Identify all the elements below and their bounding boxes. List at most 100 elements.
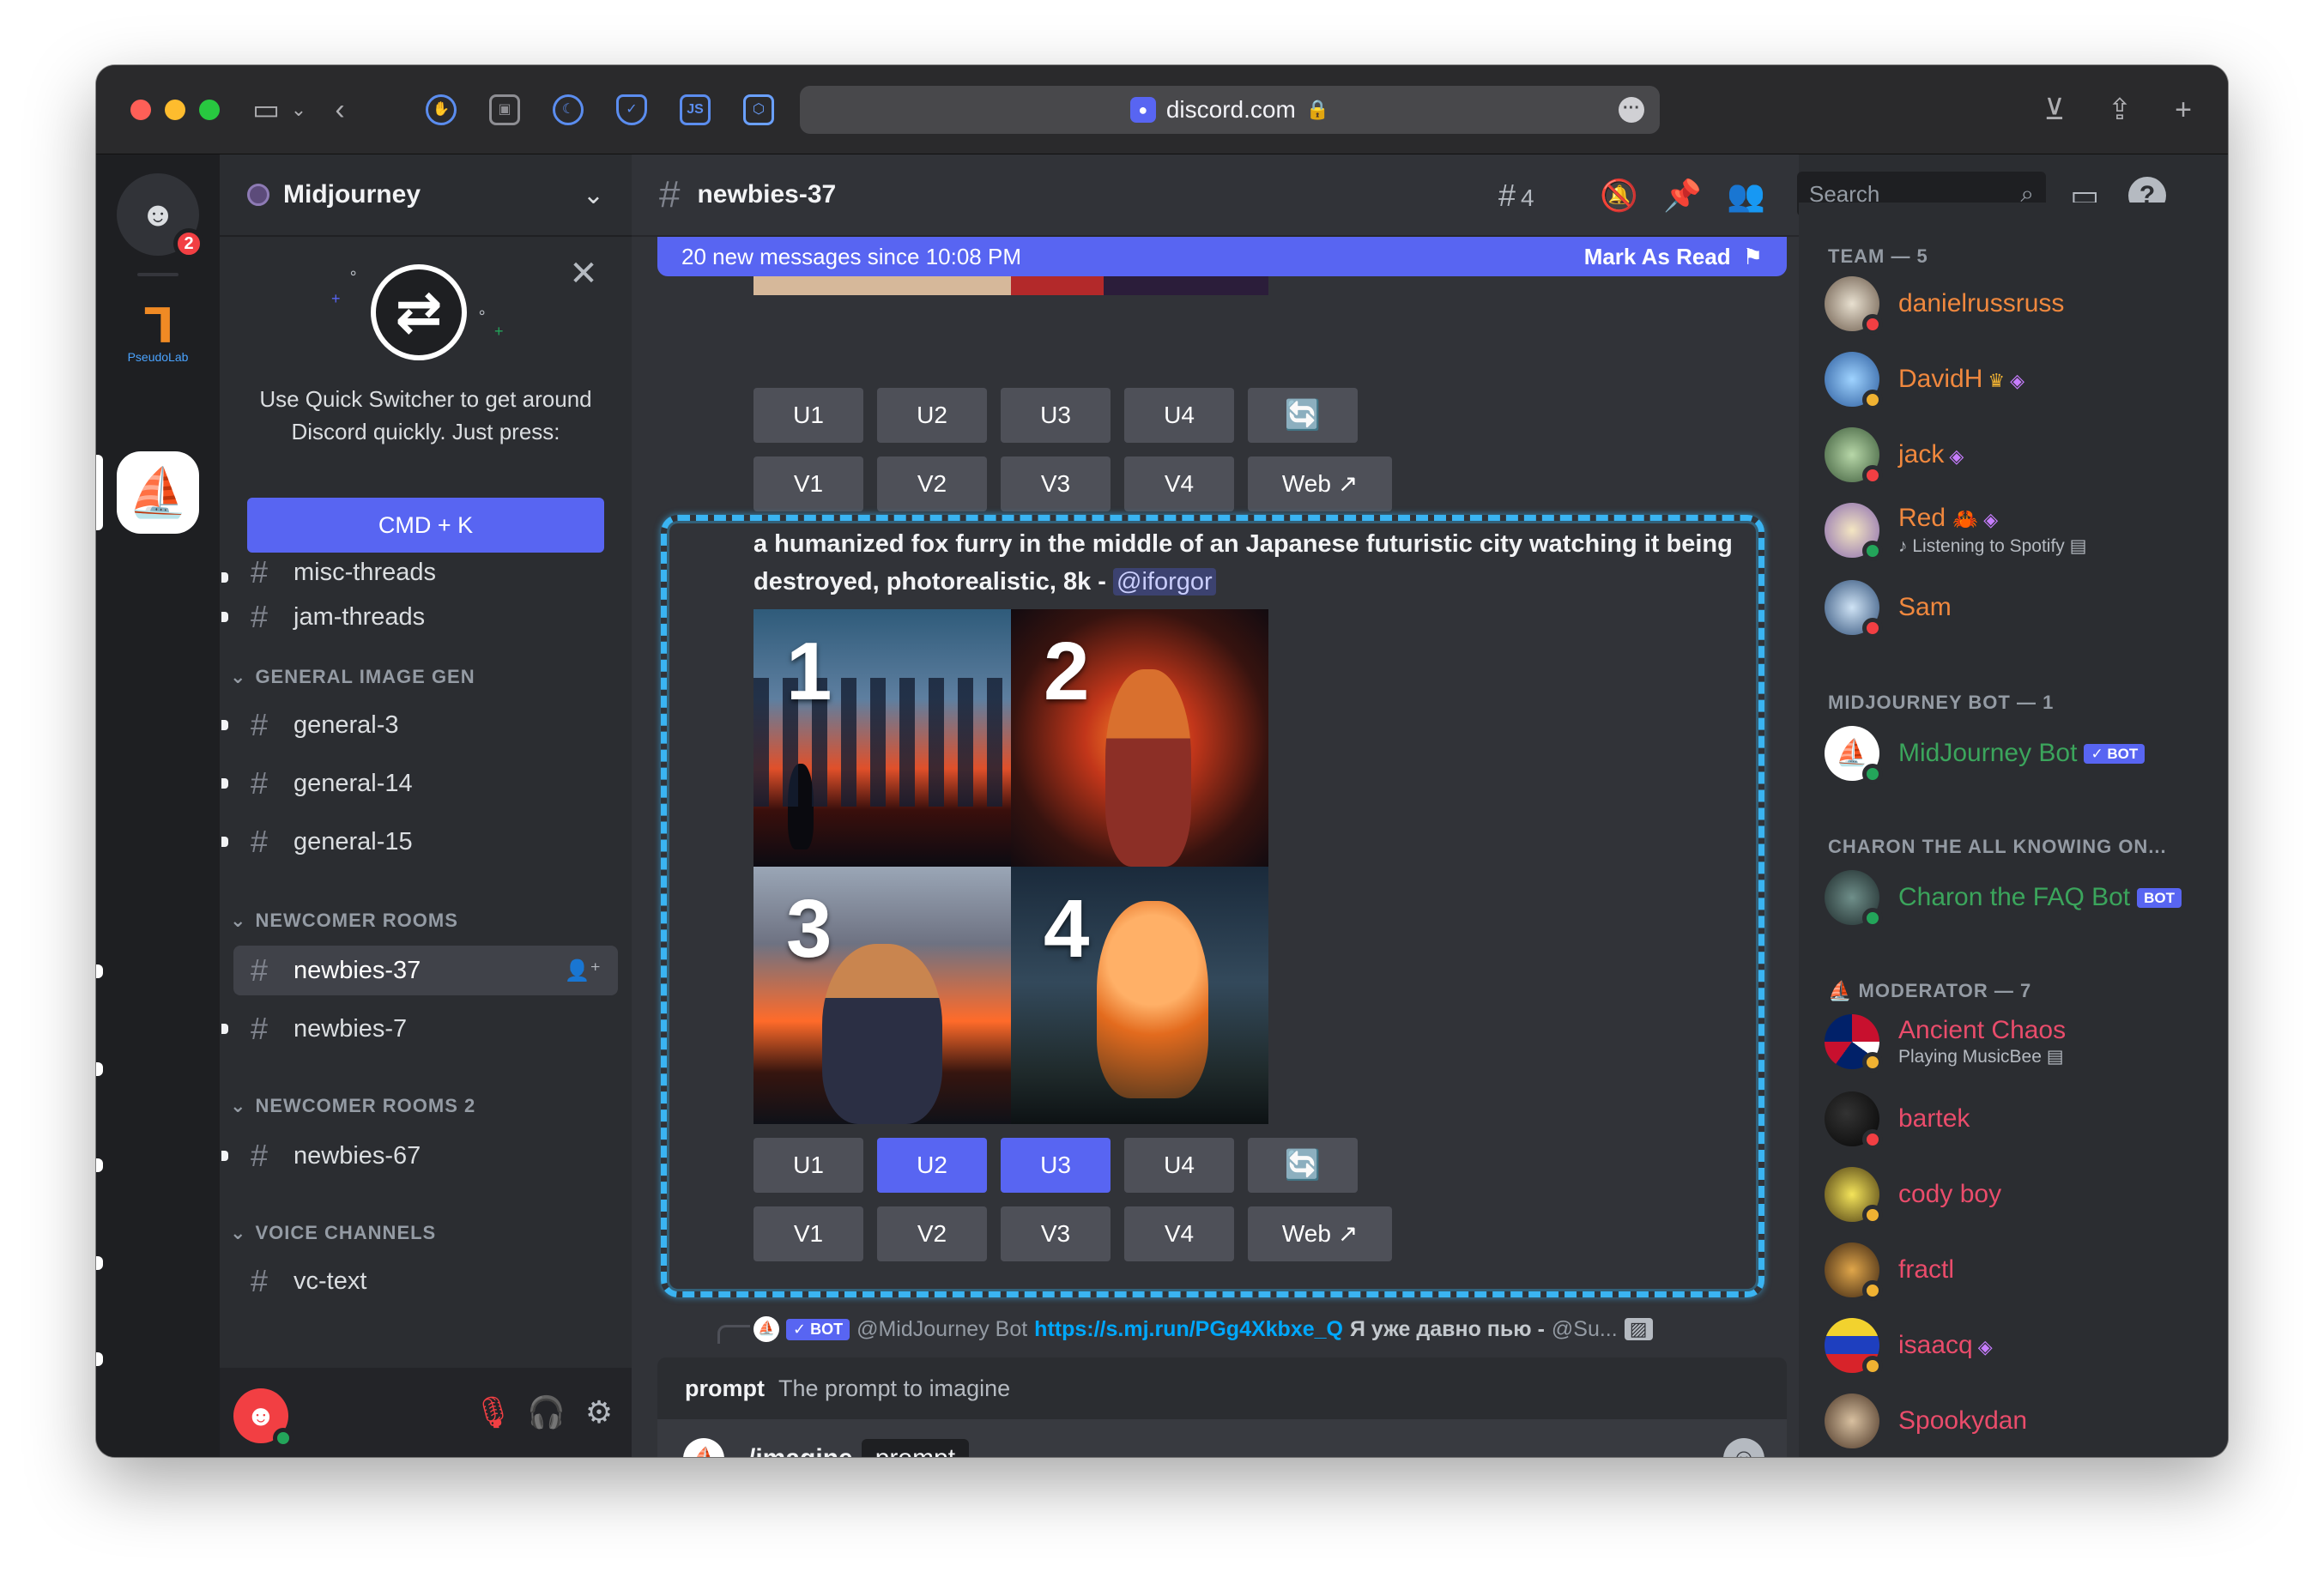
reply-link[interactable]: https://s.mj.run/PGg4Xkbxe_Q <box>1034 1317 1343 1342</box>
discord-home-icon[interactable]: ☻ 2 <box>117 173 204 259</box>
u1-button[interactable]: U1 <box>753 1138 863 1193</box>
reply-preview[interactable]: ⛵ ✓ BOT @MidJourney Bot https://s.mj.run… <box>753 1316 1653 1342</box>
reroll-icon[interactable]: 🔄 <box>1248 1138 1358 1193</box>
download-icon[interactable]: ⊻ <box>2036 91 2073 129</box>
mute-mic-icon[interactable]: 🎙 <box>474 1394 513 1431</box>
close-window-button[interactable] <box>130 100 151 120</box>
pocket-extension-icon[interactable]: ✓ <box>616 94 647 125</box>
avatar <box>1825 1091 1883 1150</box>
channel-general-15[interactable]: # general-15 <box>221 817 618 867</box>
member-davidh[interactable]: DavidH ♛ ◈ <box>1825 348 2024 410</box>
u3-button[interactable]: U3 <box>1001 1138 1111 1193</box>
threads-icon[interactable]: #4 <box>1498 177 1534 215</box>
channel-jam-threads[interactable]: # jam-threads <box>221 592 618 642</box>
idle-status-icon <box>1862 1280 1883 1301</box>
channel-vc-text[interactable]: # vc-text <box>233 1256 618 1306</box>
member-fractl[interactable]: fractl <box>1825 1239 1954 1301</box>
reply-author: @MidJourney Bot <box>856 1316 1028 1341</box>
category-newcomer-rooms-2[interactable]: ⌄ NEWCOMER ROOMS 2 <box>230 1095 475 1117</box>
spotify-icon: ♪ <box>1898 535 1908 556</box>
cube-extension-icon[interactable]: ⬡ <box>743 94 774 125</box>
image-tile-4[interactable]: 4 <box>1011 867 1268 1124</box>
v2-button[interactable]: V2 <box>877 456 987 511</box>
v1-button[interactable]: V1 <box>753 456 863 511</box>
category-voice-channels[interactable]: ⌄ VOICE CHANNELS <box>230 1222 436 1244</box>
u1-button[interactable]: U1 <box>753 388 863 443</box>
pin-icon[interactable]: 📌 <box>1663 177 1702 215</box>
member-sam[interactable]: Sam <box>1825 577 1952 638</box>
unread-dot <box>96 1352 103 1366</box>
message-composer[interactable]: ⛵ /imagine prompt ☺ <box>657 1419 1787 1457</box>
member-jack[interactable]: jack ◈ <box>1825 424 1964 486</box>
u4-button[interactable]: U4 <box>1124 388 1234 443</box>
bot-avatar-icon: ⛵ <box>753 1316 779 1342</box>
cmd-k-button[interactable]: CMD + K <box>247 498 604 553</box>
prompt-option-field[interactable]: prompt <box>861 1439 970 1457</box>
address-bar[interactable]: ● discord.com 🔒 ··· <box>800 86 1660 134</box>
new-messages-bar[interactable]: 20 new messages since 10:08 PM Mark As R… <box>657 237 1787 276</box>
category-general-image-gen[interactable]: ⌄ GENERAL IMAGE GEN <box>230 666 475 688</box>
mute-notifications-icon[interactable]: 🔕 <box>1600 177 1638 215</box>
invite-user-icon[interactable]: 👤⁺ <box>564 958 601 983</box>
u2-button[interactable]: U2 <box>877 388 987 443</box>
v2-button[interactable]: V2 <box>877 1206 987 1261</box>
member-list-icon[interactable]: 👥 <box>1727 177 1765 215</box>
new-tab-icon[interactable]: + <box>2164 91 2202 129</box>
generated-image-grid[interactable]: 1 2 3 4 <box>753 609 1268 1124</box>
share-icon[interactable]: ⇪ <box>2101 91 2139 129</box>
member-spookydan[interactable]: Spookydan <box>1825 1390 2027 1452</box>
channel-general-3[interactable]: # general-3 <box>221 700 618 750</box>
settings-gear-icon[interactable]: ⚙ <box>580 1394 618 1431</box>
image-tile-3[interactable]: 3 <box>753 867 1011 1124</box>
close-icon[interactable]: ✕ <box>566 254 601 293</box>
channel-general-14[interactable]: # general-14 <box>221 759 618 808</box>
headphones-icon[interactable]: 🎧 <box>527 1394 566 1431</box>
v1-button[interactable]: V1 <box>753 1206 863 1261</box>
category-newcomer-rooms[interactable]: ⌄ NEWCOMER ROOMS <box>230 910 458 932</box>
back-icon[interactable]: ‹ <box>321 91 359 129</box>
zoom-window-button[interactable] <box>199 100 220 120</box>
member-isaacq[interactable]: isaacq ◈ <box>1825 1315 1993 1376</box>
member-midjourney-bot[interactable]: ⛵ MidJourney Bot ✓ BOT <box>1825 722 2145 784</box>
v4-button[interactable]: V4 <box>1124 1206 1234 1261</box>
web-button[interactable]: Web ↗ <box>1248 1206 1392 1261</box>
v3-button[interactable]: V3 <box>1001 1206 1111 1261</box>
dnd-status-icon <box>1862 618 1883 638</box>
emoji-icon[interactable]: ☺ <box>1723 1438 1764 1457</box>
member-name: cody boy <box>1898 1180 2002 1208</box>
channel-misc-threads[interactable]: # misc-threads <box>221 553 618 592</box>
member-cody-boy[interactable]: cody boy <box>1825 1164 2001 1225</box>
v4-button[interactable]: V4 <box>1124 456 1234 511</box>
u3-button[interactable]: U3 <box>1001 388 1111 443</box>
midjourney-server-icon[interactable]: ⛵ <box>117 451 199 534</box>
server-header[interactable]: Midjourney ⌄ <box>220 154 632 237</box>
member-ancient-chaos[interactable]: Ancient Chaos Playing MusicBee ▤ <box>1825 1011 2066 1073</box>
member-red[interactable]: Red 🦀 ◈ ♪ Listening to Spotify ▤ <box>1825 499 2086 561</box>
hand-extension-icon[interactable]: ✋ <box>426 94 457 125</box>
user-mention[interactable]: @iforgor <box>1113 568 1216 596</box>
u4-button[interactable]: U4 <box>1124 1138 1234 1193</box>
moon-extension-icon[interactable]: ☾ <box>553 94 584 125</box>
member-bartek[interactable]: bartek <box>1825 1088 1970 1150</box>
image-tile-2[interactable]: 2 <box>1011 609 1268 867</box>
web-button[interactable]: Web ↗ <box>1248 456 1392 511</box>
image-tile-1[interactable]: 1 <box>753 609 1011 867</box>
member-charon-faq-bot[interactable]: Charon the FAQ Bot BOT <box>1825 867 2182 928</box>
channel-label: newbies-67 <box>294 1141 421 1170</box>
idle-status-icon <box>1862 1052 1883 1073</box>
reroll-icon[interactable]: 🔄 <box>1248 388 1358 443</box>
chevron-down-icon[interactable]: ⌄ <box>280 91 318 129</box>
mark-as-read-button[interactable]: Mark As Read <box>1584 244 1731 270</box>
pseudolab-server-icon[interactable]: ⅂ PseudoLab <box>117 292 199 374</box>
minimize-window-button[interactable] <box>165 100 185 120</box>
reply-spine <box>717 1325 750 1344</box>
channel-newbies-7[interactable]: # newbies-7 <box>221 1004 618 1054</box>
window-extension-icon[interactable]: ▣ <box>489 94 520 125</box>
js-extension-icon[interactable]: JS <box>680 94 711 125</box>
channel-newbies-37[interactable]: # newbies-37 👤⁺ <box>233 946 618 995</box>
member-danielrussruss[interactable]: danielrussruss <box>1825 273 2064 335</box>
u2-button[interactable]: U2 <box>877 1138 987 1193</box>
v3-button[interactable]: V3 <box>1001 456 1111 511</box>
channel-newbies-67[interactable]: # newbies-67 <box>221 1131 618 1181</box>
more-icon[interactable]: ··· <box>1619 97 1644 123</box>
